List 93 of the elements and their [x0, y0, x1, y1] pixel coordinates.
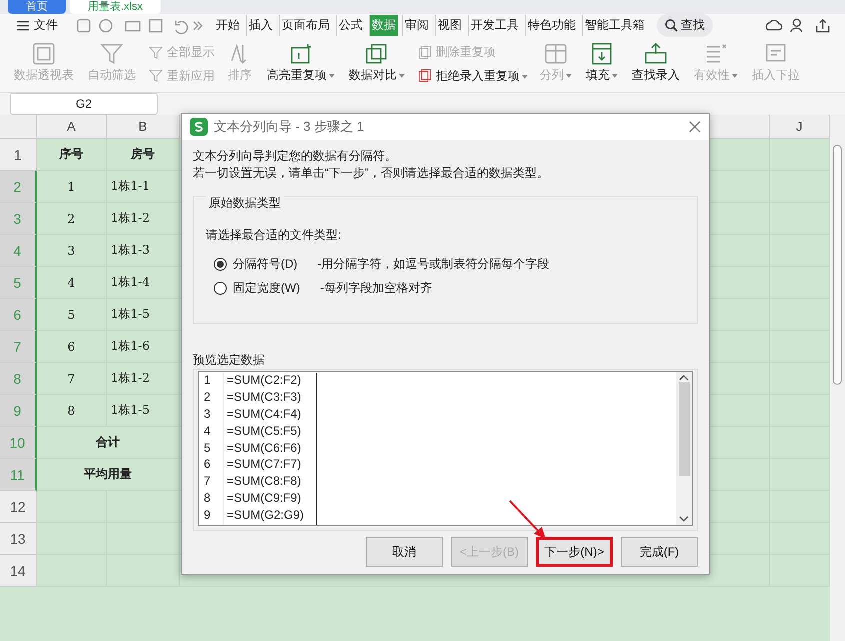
column-header[interactable]: B — [107, 115, 180, 139]
file-menu[interactable]: 文件 — [10, 17, 64, 34]
close-icon[interactable] — [689, 121, 701, 133]
ribbon-button[interactable]: 拒绝录入重复项 — [417, 68, 528, 85]
table-cell: 5 — [37, 299, 107, 331]
preview-text: =SUM(C9:F9) — [223, 491, 317, 508]
line-number: 2 — [203, 390, 212, 406]
table-cell: 8 — [37, 395, 107, 427]
scroll-up-icon[interactable] — [679, 374, 689, 381]
line-number: 3 — [203, 406, 212, 423]
menu-tab[interactable]: 特色功能 — [525, 15, 578, 36]
table-cell: 1栋1-1 — [107, 171, 180, 203]
menu-tab[interactable]: 数据 — [369, 15, 398, 36]
table-cell: 序号 — [37, 139, 107, 171]
table-cell: 2 — [37, 203, 107, 235]
scroll-down-icon[interactable] — [679, 516, 689, 523]
menu-tab[interactable]: 公式 — [336, 15, 365, 36]
radio-button[interactable] — [214, 258, 227, 270]
table-cell: 1栋1-3 — [107, 235, 180, 267]
name-box[interactable]: G2 — [10, 93, 158, 115]
copy-icon — [417, 44, 433, 61]
dialog-button[interactable]: 完成(F) — [621, 537, 698, 567]
menu-icon — [16, 20, 30, 32]
preview-text: =SUM(G2:G9) — [223, 508, 317, 525]
option-description: -每列字段加空格对齐 — [320, 280, 432, 296]
prompt-text: 请选择最合适的文件类型: — [206, 227, 342, 244]
line-number: 5 — [203, 440, 212, 457]
table-cell: 1栋1-5 — [107, 395, 180, 427]
line-number: 8 — [203, 491, 212, 508]
app-logo-icon — [190, 118, 208, 136]
line-number: 4 — [203, 424, 212, 440]
preview-text: =SUM(C4:F4) — [223, 406, 317, 424]
line-number: 6 — [203, 457, 212, 474]
row-header[interactable]: 12 — [0, 491, 37, 523]
file-tab[interactable]: 用量表.xlsx — [70, 0, 161, 14]
table-cell: 1栋1-6 — [107, 331, 180, 363]
scrollbar-thumb[interactable] — [833, 145, 842, 385]
scrollbar-thumb[interactable] — [678, 382, 690, 476]
table-cell: 1栋1-2 — [107, 363, 180, 395]
preview-text: =SUM(C3:F3) — [223, 390, 317, 407]
table-cell: 1栋1-4 — [107, 267, 180, 299]
group-title: 原始数据类型 — [206, 195, 284, 212]
menu-tab[interactable]: 智能工具箱 — [582, 15, 647, 36]
table-cell: 4 — [37, 267, 107, 299]
table-cell: 6 — [37, 331, 107, 363]
option-description: -用分隔字符，如逗号或制表符分隔每个字段 — [318, 256, 550, 272]
table-cell: 1栋1-2 — [107, 203, 180, 235]
table-cell: 平均用量 — [37, 459, 180, 491]
ribbon-button[interactable]: 数据对比 — [343, 39, 411, 90]
preview-text: =SUM(C8:F8) — [223, 474, 317, 492]
radio-button[interactable] — [214, 282, 227, 294]
preview-title: 预览选定数据 — [193, 352, 265, 369]
table-cell: 合计 — [37, 427, 180, 459]
ribbon-button[interactable]: 填充 — [580, 39, 624, 90]
instruction-text: 文本分列向导判定您的数据有分隔符。 — [193, 148, 398, 165]
row-header[interactable]: 1 — [0, 139, 37, 171]
search-button[interactable]: 查找 — [657, 14, 713, 37]
table-cell: 1 — [37, 171, 107, 203]
instruction-text: 若一切设置无误，请单击“下一步”，否则请选择最合适的数据类型。 — [193, 165, 550, 182]
line-number: 9 — [203, 508, 212, 524]
menu-tab[interactable]: 审阅 — [402, 15, 431, 36]
preview-text: =SUM(C2:F2) — [223, 373, 317, 390]
search-icon — [665, 19, 678, 32]
dialog-button[interactable]: 取消 — [366, 537, 443, 567]
preview-text: =SUM(C7:F7) — [223, 457, 317, 474]
line-number: 1 — [203, 373, 212, 389]
menu-tab[interactable]: 视图 — [435, 15, 464, 36]
menu-tab[interactable]: 开发工具 — [468, 15, 521, 36]
table-cell: 3 — [37, 235, 107, 267]
dialog-title: 文本分列向导 - 3 步骤之 1 — [214, 118, 364, 136]
ribbon-button[interactable]: 高亮重复项 — [261, 39, 341, 90]
table-cell: 1栋1-5 — [107, 299, 180, 331]
menu-tab[interactable]: 页面布局 — [279, 15, 332, 36]
filter-icon — [148, 44, 164, 61]
preview-text: =SUM(C6:F6) — [223, 440, 317, 458]
menu-tab[interactable]: 插入 — [246, 15, 275, 36]
table-cell: 7 — [37, 363, 107, 395]
table-cell: 房号 — [107, 139, 180, 171]
ribbon-button[interactable]: 查找录入 — [626, 39, 686, 90]
row-header[interactable]: 14 — [0, 555, 37, 587]
filter-icon — [148, 68, 164, 84]
column-header[interactable]: A — [37, 115, 107, 139]
copy-icon — [417, 68, 433, 84]
row-header[interactable]: 13 — [0, 523, 37, 555]
radio-label[interactable]: 固定宽度(W) — [233, 280, 300, 296]
menu-tab[interactable]: 开始 — [214, 15, 242, 36]
radio-label[interactable]: 分隔符号(D) — [233, 256, 298, 272]
line-number: 7 — [203, 474, 212, 490]
file-tab[interactable]: 首页 — [8, 0, 66, 14]
table-icon — [31, 41, 57, 67]
dialog-button[interactable]: 下一步(N)> — [536, 537, 613, 567]
preview-text: =SUM(C5:F5) — [223, 424, 317, 441]
column-header[interactable]: J — [770, 115, 830, 139]
